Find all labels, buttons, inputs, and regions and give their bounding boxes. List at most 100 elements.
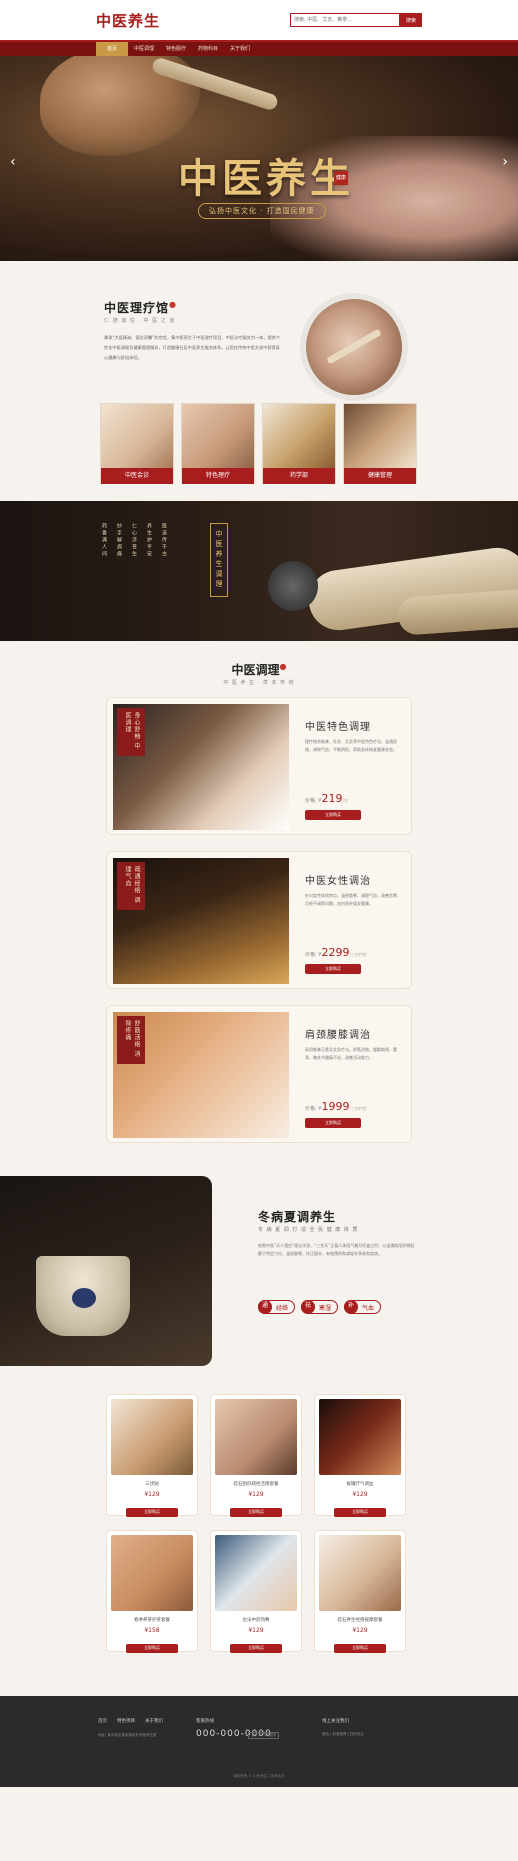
copyright: 版权所有 © 中医养生 | 技术支持 <box>233 1774 285 1778</box>
therapy-item: 疏通经络 调理气血 中医女性调治 针对女性体质特点，温经散寒、调理气血，改善宫寒… <box>106 851 412 989</box>
pill-meridian[interactable]: 通经络 <box>258 1299 296 1314</box>
banner-seal: 健康 <box>334 171 348 185</box>
about-title: 中医理疗馆● <box>104 299 177 315</box>
tea-cup-image <box>0 1176 212 1366</box>
card-label: 特色理疗 <box>182 468 254 484</box>
product-image <box>111 1399 193 1475</box>
pill-cold[interactable]: 祛寒湿 <box>301 1299 339 1314</box>
about-circle-image <box>306 299 402 395</box>
product-image <box>319 1535 401 1611</box>
therapy-item: 身心舒畅 中医调理 中医特色调理 理疗结合推拿、针灸、艾灸等中医特色疗法，温通经… <box>106 697 412 835</box>
product-card[interactable]: 砭石刮痧疏经活络套餐 ¥129 立即购买 <box>210 1394 302 1517</box>
main-nav: 首页 中医调理 特色服疗 药物科目 关于我们 <box>0 40 518 56</box>
logo[interactable]: 中医养生 <box>96 10 160 31</box>
nav-item-special[interactable]: 特色服疗 <box>160 42 192 56</box>
pill-blood[interactable]: 补气血 <box>344 1299 382 1314</box>
product-name: 砭石刮痧疏经活络套餐 <box>233 1482 279 1487</box>
top-bar: 中医养生 搜索 <box>0 0 518 40</box>
product-price: ¥129 <box>352 1491 368 1498</box>
about-tag: 仁 德 诚 信 · 中 医 之 道 <box>104 318 176 324</box>
season-section: 冬病夏调养生 冬 病 夏 调 打 造 全 民 健 康 体 质 依照中医“天人相应… <box>0 1176 518 1366</box>
therapy-name: 中医女性调治 <box>305 876 371 887</box>
product-price: ¥158 <box>144 1627 160 1634</box>
buy-button[interactable]: 立即购买 <box>126 1507 178 1517</box>
product-price: ¥129 <box>248 1627 264 1634</box>
product-card[interactable]: 三伏贴 ¥129 立即购买 <box>106 1394 198 1517</box>
buy-button[interactable]: 立即购买 <box>230 1643 282 1653</box>
card-therapy[interactable]: 特色理疗 <box>181 403 255 484</box>
therapy-price: 价格: ¥1999/三次疗程 <box>305 1100 367 1113</box>
social-links[interactable]: 微信 | 新浪微博 | 扫码关注 <box>322 1732 364 1737</box>
footer-link[interactable]: 首页 <box>98 1718 107 1724</box>
culture-banner: 医道传千古 养生护平安 仁心济苍生 妙手解病痛 药香满人间 中医养生调理 <box>0 501 518 641</box>
buy-button[interactable]: 立即购买 <box>305 964 361 974</box>
card-consult[interactable]: 中医会诊 <box>100 403 174 484</box>
card-health[interactable]: 健康管理 <box>343 403 417 484</box>
therapy-name: 肩颈腰膝调治 <box>305 1030 371 1041</box>
poem-line: 养生护平安 <box>146 523 152 558</box>
therapy-item: 舒筋活络 消除疼痛 肩颈腰膝调治 采用推拿正骨及艾灸疗法，舒筋活络，缓解肩颈、腰… <box>106 1005 412 1143</box>
burning-tip-image <box>268 561 318 611</box>
product-name: 三伏贴 <box>145 1482 159 1487</box>
footer-link[interactable]: 特色项目 <box>117 1718 135 1724</box>
footer-address: 地址: 某市某区某街道某号中医养生馆 <box>98 1733 157 1737</box>
therapy-text: 采用推拿正骨及艾灸疗法，舒筋活络，缓解肩颈、腰背、膝关节酸痛不适，改善活动能力。 <box>305 1047 397 1060</box>
follow-label: 线上关注我们 <box>322 1719 349 1724</box>
buy-button[interactable]: 立即购买 <box>305 810 361 820</box>
product-name: 拔罐疗气调血 <box>346 1482 374 1487</box>
product-card[interactable]: 砭石养生经络按摩套餐 ¥129 立即购买 <box>314 1530 406 1653</box>
product-card[interactable]: 古法中药热敷 ¥129 立即购买 <box>210 1530 302 1653</box>
about-cards: 中医会诊 特色理疗 药学部 健康管理 <box>100 403 417 484</box>
buy-button[interactable]: 立即购买 <box>334 1643 386 1653</box>
product-image <box>215 1399 297 1475</box>
therapy-tag: 中 医 养 生 · 草 本 传 统 <box>223 680 295 686</box>
footer-links: 首页 特色项目 关于我们 <box>98 1718 163 1724</box>
product-card[interactable]: 拔罐疗气调血 ¥129 立即购买 <box>314 1394 406 1517</box>
buy-button[interactable]: 立即购买 <box>334 1507 386 1517</box>
therapy-vlabel: 身心舒畅 中医调理 <box>117 708 145 756</box>
about-section: 中医理疗馆● 仁 德 诚 信 · 中 医 之 道 秉承“大医精诚、德艺双馨”的宗… <box>0 261 518 501</box>
card-label: 中医会诊 <box>101 468 173 484</box>
banner-subtitle: 弘扬中医文化 · 打造国民健康 <box>198 203 326 219</box>
dot-icon: ● <box>169 299 177 309</box>
therapy-title: 中医调理● <box>231 661 287 677</box>
hotline-label: 客服热线 <box>196 1719 214 1724</box>
prev-arrow-icon[interactable]: ‹ <box>10 154 16 170</box>
product-price: ¥129 <box>352 1627 368 1634</box>
product-name: 古法中药热敷 <box>242 1618 270 1623</box>
search-input[interactable] <box>290 13 400 27</box>
nav-item-medicine[interactable]: 药物科目 <box>192 42 224 56</box>
poem-line: 仁心济苍生 <box>131 523 137 558</box>
card-label: 健康管理 <box>344 468 416 484</box>
buy-button[interactable]: 立即购买 <box>230 1507 282 1517</box>
therapy-section: 中医调理● 中 医 养 生 · 草 本 传 统 身心舒畅 中医调理 中医特色调理… <box>0 641 518 1176</box>
season-desc: 依照中医“天人相应”理论学说，“三伏天”正值人体阳气最为旺盛之时，以温通助阳药物… <box>258 1243 415 1256</box>
buy-button[interactable]: 立即购买 <box>305 1118 361 1128</box>
buy-button[interactable]: 立即购买 <box>126 1643 178 1653</box>
therapy-vlabel: 疏通经络 调理气血 <box>117 862 145 910</box>
therapy-text: 针对女性体质特点，温经散寒、调理气血，改善宫寒、月经不调等问题，由内而外焕发健康… <box>305 893 401 906</box>
poem-line: 妙手解病痛 <box>116 523 122 558</box>
nav-item-therapy[interactable]: 中医调理 <box>128 42 160 56</box>
therapy-vlabel: 舒筋活络 消除疼痛 <box>117 1016 145 1064</box>
nav-item-home[interactable]: 首页 <box>96 42 128 56</box>
poem-columns: 医道传千古 养生护平安 仁心济苍生 妙手解病痛 药香满人间 <box>100 523 167 558</box>
product-image <box>319 1399 401 1475</box>
hero-banner: 中医养生 健康 弘扬中医文化 · 打造国民健康 ‹ › <box>0 56 518 261</box>
phone-note: 全天24小时服务 <box>248 1732 280 1739</box>
product-price: ¥129 <box>248 1491 264 1498</box>
nav-item-about[interactable]: 关于我们 <box>224 42 256 56</box>
search-button[interactable]: 搜索 <box>400 13 422 27</box>
dot-icon: ● <box>279 661 287 671</box>
product-image <box>215 1535 297 1611</box>
products-section: 三伏贴 ¥129 立即购买 砭石刮痧疏经活络套餐 ¥129 立即购买 拔罐疗气调… <box>0 1366 518 1696</box>
season-pills: 通经络 祛寒湿 补气血 <box>258 1299 382 1314</box>
banner-title: 中医养生 <box>178 155 354 202</box>
product-image <box>111 1535 193 1611</box>
product-name: 砭石养生经络按摩套餐 <box>337 1618 383 1623</box>
footer-link[interactable]: 关于我们 <box>145 1718 163 1724</box>
card-label: 药学部 <box>263 468 335 484</box>
next-arrow-icon[interactable]: › <box>502 154 508 170</box>
card-pharmacy[interactable]: 药学部 <box>262 403 336 484</box>
product-card[interactable]: 春季养肝护肝套餐 ¥158 立即购买 <box>106 1530 198 1653</box>
